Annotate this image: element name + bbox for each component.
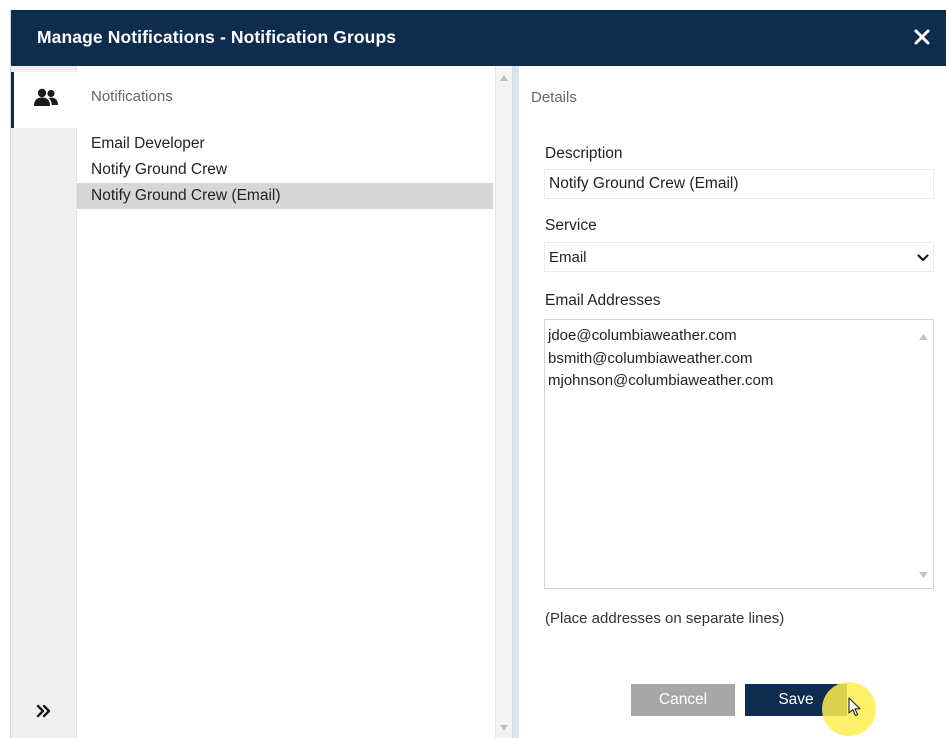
service-label: Service: [545, 217, 597, 234]
email-address-line: jdoe@columbiaweather.com: [548, 327, 737, 344]
notifications-heading: Notifications: [91, 88, 173, 105]
scroll-up-icon[interactable]: [919, 327, 928, 345]
description-input[interactable]: [544, 169, 934, 199]
scroll-up-icon[interactable]: [496, 72, 512, 84]
mouse-pointer-icon: [848, 697, 862, 722]
email-addresses-label: Email Addresses: [545, 292, 661, 309]
details-heading: Details: [531, 89, 577, 106]
email-address-line: mjohnson@columbiaweather.com: [548, 372, 774, 389]
service-selected-value: Email: [549, 248, 587, 266]
notifications-pane: Notifications Email Developer Notify Gro…: [77, 66, 495, 738]
close-icon[interactable]: [907, 22, 937, 52]
notifications-list: Email Developer Notify Ground Crew Notif…: [77, 131, 493, 209]
double-chevron-right-icon: [36, 704, 52, 723]
email-address-line: bsmith@columbiaweather.com: [548, 349, 753, 367]
scroll-down-icon[interactable]: [919, 565, 928, 583]
service-select[interactable]: Email: [544, 242, 934, 272]
email-addresses-textarea[interactable]: jdoe@columbiaweather.com bsmith@columbia…: [544, 319, 934, 589]
dialog-title: Manage Notifications - Notification Grou…: [37, 27, 397, 47]
list-item[interactable]: Email Developer: [77, 131, 493, 157]
textarea-scrollbar[interactable]: [916, 320, 933, 588]
notifications-scrollbar[interactable]: [495, 66, 513, 738]
notification-groups-tab[interactable]: [11, 72, 77, 128]
manage-notifications-dialog: Manage Notifications - Notification Grou…: [10, 10, 946, 738]
list-item[interactable]: Notify Ground Crew: [77, 157, 493, 183]
users-icon: [33, 88, 59, 113]
chevron-down-icon: [917, 249, 929, 266]
scroll-down-icon[interactable]: [496, 722, 512, 734]
cancel-button[interactable]: Cancel: [631, 684, 735, 716]
expand-rail-button[interactable]: [11, 696, 77, 730]
details-pane: Details Description Service Email Email …: [519, 66, 946, 738]
description-label: Description: [545, 145, 623, 162]
left-rail: [11, 66, 77, 738]
list-item[interactable]: Notify Ground Crew (Email): [77, 183, 493, 209]
email-addresses-hint: (Place addresses on separate lines): [545, 610, 785, 627]
dialog-titlebar: Manage Notifications - Notification Grou…: [11, 10, 946, 66]
